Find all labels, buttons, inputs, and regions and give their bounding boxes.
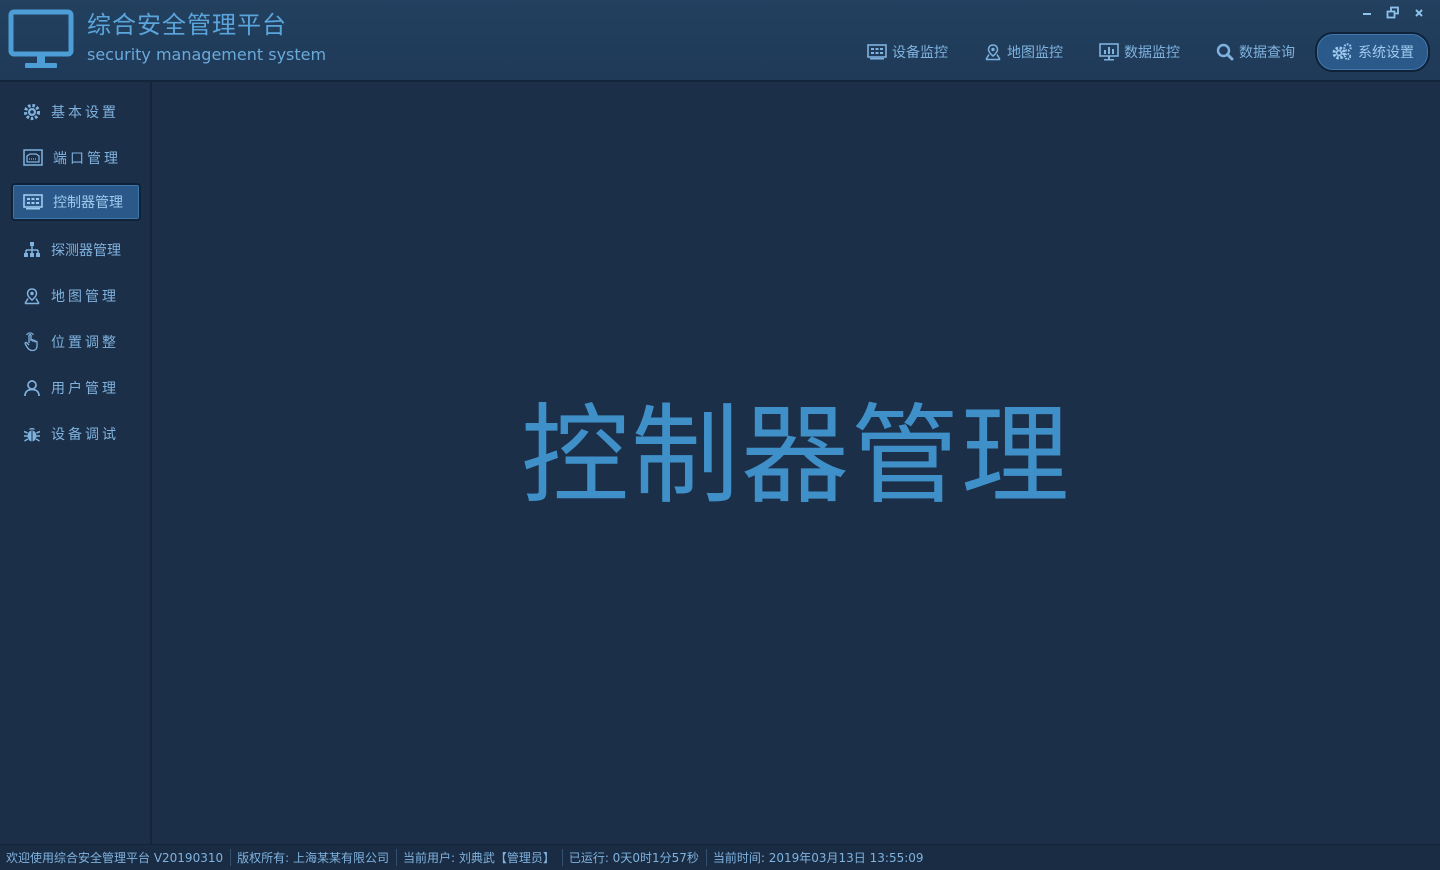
search-icon bbox=[1216, 43, 1234, 61]
sidebar-item-user-management[interactable]: 用户管理 bbox=[11, 369, 141, 407]
nav-system-settings[interactable]: 系统设置 bbox=[1315, 32, 1430, 72]
sidebar-item-label: 设备调试 bbox=[51, 427, 119, 443]
monitor-logo-icon bbox=[8, 9, 74, 68]
map-pin-icon bbox=[985, 44, 1001, 61]
nav-device-monitor[interactable]: 设备监控 bbox=[851, 34, 964, 70]
close-icon bbox=[1415, 9, 1423, 17]
restore-icon bbox=[1386, 6, 1399, 19]
minimize-button[interactable] bbox=[1356, 4, 1378, 22]
nav-label: 数据查询 bbox=[1239, 45, 1295, 61]
status-welcome: 欢迎使用综合安全管理平台 V20190310 bbox=[6, 849, 232, 866]
nav-label: 数据监控 bbox=[1124, 45, 1180, 61]
sidebar-item-basic-settings[interactable]: 基本设置 bbox=[11, 93, 141, 131]
page-title: 控制器管理 bbox=[520, 394, 1071, 519]
bug-icon bbox=[23, 428, 41, 442]
nav-data-query[interactable]: 数据查询 bbox=[1200, 34, 1311, 70]
sidebar: 基本设置 端口管理 控制器管理 探测器管理 地图管理 位置调整 用户管理 设备调… bbox=[0, 82, 152, 844]
port-icon bbox=[23, 149, 43, 166]
sidebar-item-position-adjust[interactable]: 位置调整 bbox=[11, 323, 141, 361]
sidebar-item-controller-management[interactable]: 控制器管理 bbox=[11, 183, 141, 221]
gear-icon bbox=[23, 103, 41, 121]
gears-icon bbox=[1332, 43, 1352, 61]
main-content: 控制器管理 bbox=[152, 82, 1440, 844]
device-grid-icon bbox=[867, 44, 887, 60]
sidebar-item-label: 控制器管理 bbox=[53, 195, 123, 211]
sidebar-item-label: 用户管理 bbox=[51, 381, 119, 397]
minimize-icon bbox=[1363, 13, 1371, 15]
close-button[interactable] bbox=[1408, 4, 1430, 22]
hand-pointer-icon bbox=[24, 332, 38, 352]
sidebar-item-label: 探测器管理 bbox=[51, 243, 121, 259]
controller-icon bbox=[23, 194, 43, 210]
sidebar-item-detector-management[interactable]: 探测器管理 bbox=[11, 231, 141, 269]
top-nav: 设备监控 地图监控 数据监控 数据查询 系统设置 bbox=[847, 32, 1430, 72]
status-current-user: 当前用户: 刘典武【管理员】 bbox=[403, 849, 563, 866]
nav-label: 系统设置 bbox=[1358, 45, 1414, 61]
user-icon bbox=[24, 380, 40, 397]
sidebar-item-map-management[interactable]: 地图管理 bbox=[11, 277, 141, 315]
nav-data-monitor[interactable]: 数据监控 bbox=[1083, 34, 1196, 70]
map-pin-icon bbox=[24, 288, 40, 305]
app-title: 综合安全管理平台 bbox=[87, 11, 287, 39]
status-uptime: 已运行: 0天0时1分57秒 bbox=[569, 849, 707, 866]
sidebar-item-label: 地图管理 bbox=[51, 289, 119, 305]
monitor-chart-icon bbox=[1099, 43, 1119, 61]
window-controls bbox=[1356, 4, 1430, 22]
hierarchy-icon bbox=[24, 242, 40, 257]
status-current-time: 当前时间: 2019年03月13日 13:55:09 bbox=[712, 851, 924, 865]
sidebar-item-label: 端口管理 bbox=[53, 151, 121, 167]
sidebar-item-port-management[interactable]: 端口管理 bbox=[11, 139, 141, 177]
app-subtitle: security management system bbox=[87, 45, 327, 64]
sidebar-item-label: 位置调整 bbox=[51, 335, 119, 351]
app-window: 综合安全管理平台 security management system 设备监控… bbox=[0, 0, 1440, 870]
status-copyright: 版权所有: 上海某某有限公司 bbox=[237, 849, 397, 866]
nav-label: 设备监控 bbox=[892, 45, 948, 61]
nav-label: 地图监控 bbox=[1007, 45, 1063, 61]
header-bar: 综合安全管理平台 security management system 设备监控… bbox=[0, 0, 1440, 82]
restore-button[interactable] bbox=[1382, 4, 1404, 22]
sidebar-item-label: 基本设置 bbox=[51, 105, 119, 121]
nav-map-monitor[interactable]: 地图监控 bbox=[968, 34, 1079, 70]
sidebar-item-device-debug[interactable]: 设备调试 bbox=[11, 415, 141, 453]
status-bar: 欢迎使用综合安全管理平台 V20190310 版权所有: 上海某某有限公司 当前… bbox=[0, 844, 1440, 870]
